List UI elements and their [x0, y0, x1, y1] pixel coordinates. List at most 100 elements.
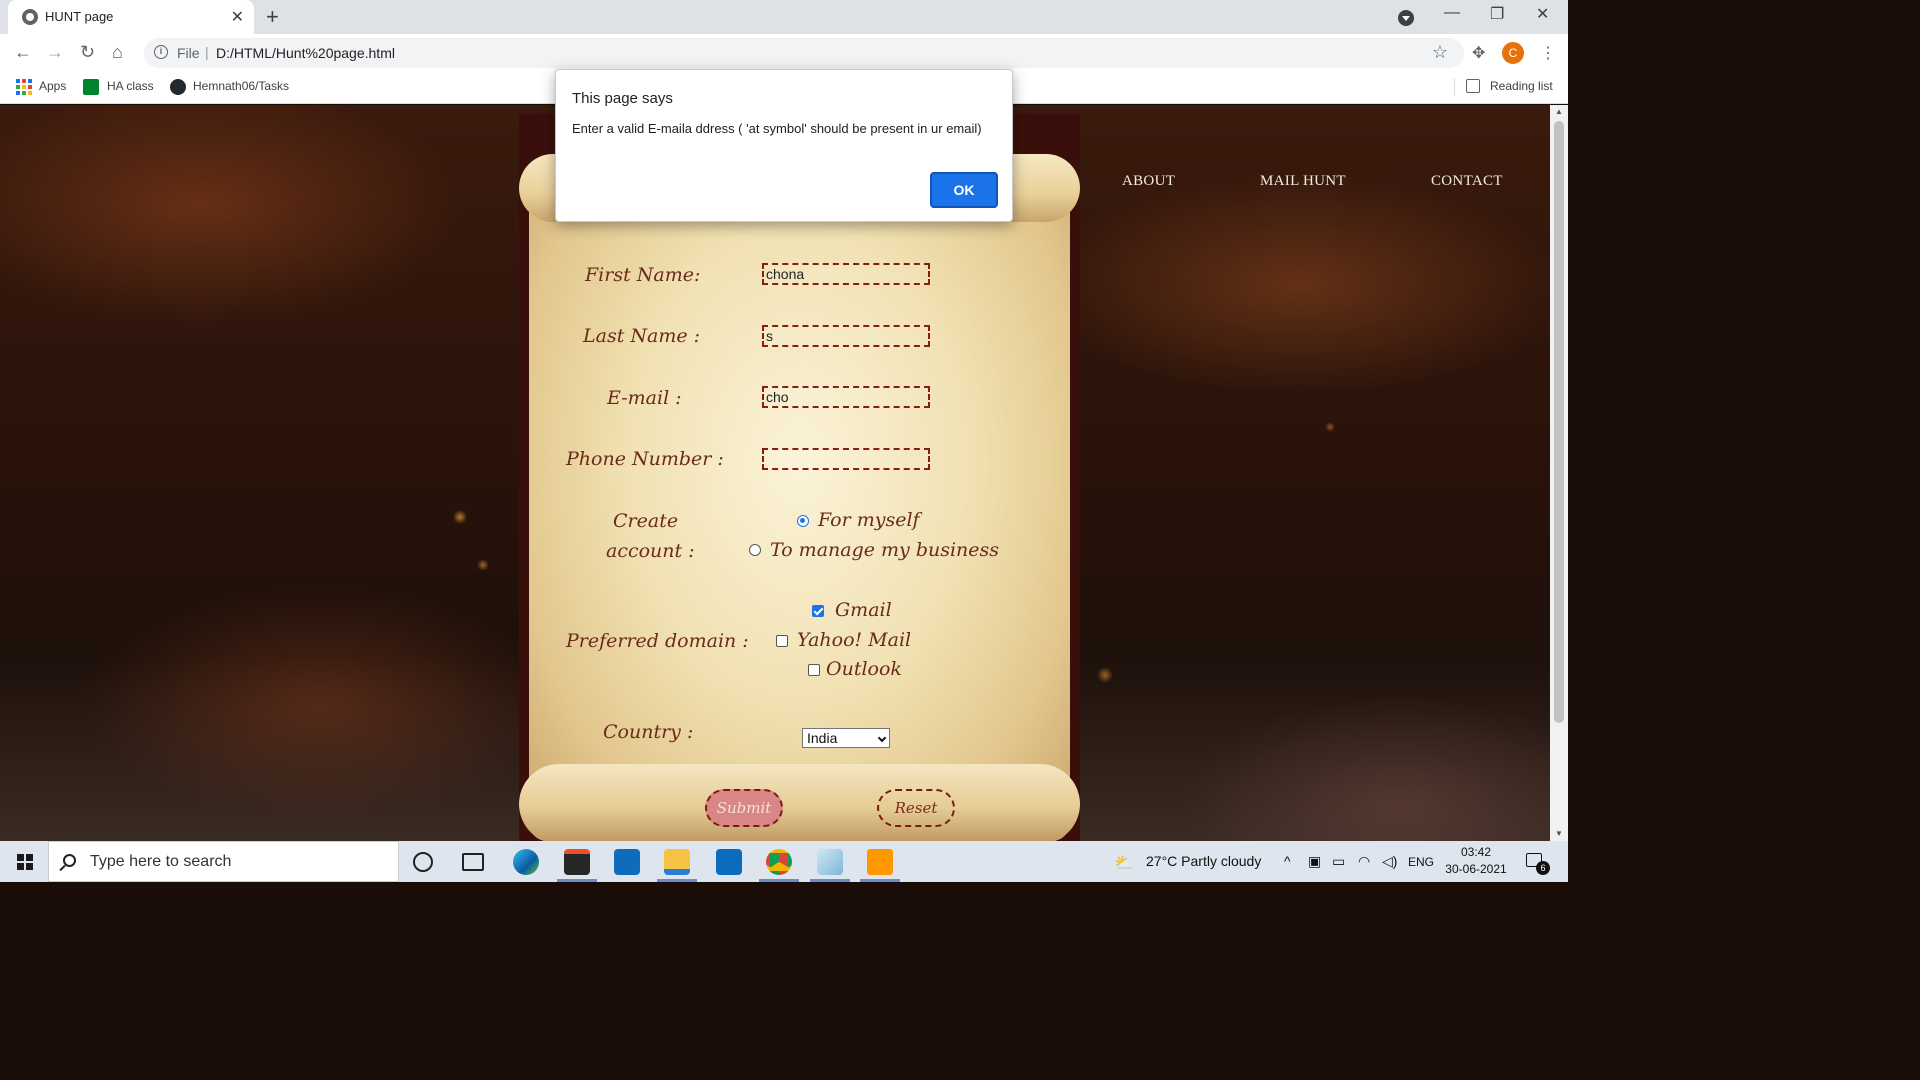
nav-link-about[interactable]: ABOUT: [1122, 173, 1175, 190]
github-icon: [170, 79, 186, 95]
language-indicator[interactable]: ENG: [1408, 855, 1434, 869]
file-explorer-icon[interactable]: [664, 849, 690, 875]
clock-date: 30-06-2021: [1445, 862, 1507, 876]
scrollbar-thumb[interactable]: [1554, 121, 1564, 723]
dialog-title: This page says: [572, 90, 673, 107]
reload-icon[interactable]: ↻: [80, 42, 95, 63]
phone-number-input[interactable]: [762, 448, 930, 470]
sublime-text-icon[interactable]: [867, 849, 893, 875]
menu-icon[interactable]: ⋮: [1540, 43, 1556, 63]
clock-time: 03:42: [1460, 845, 1492, 859]
cortana-icon[interactable]: [413, 852, 433, 872]
radio-manage-business-label: To manage my business: [770, 539, 1000, 561]
maximize-button[interactable]: ❐: [1490, 4, 1504, 24]
url-text[interactable]: D:/HTML/Hunt%20page.html: [216, 45, 395, 61]
reset-button[interactable]: Reset: [877, 789, 955, 827]
volume-icon[interactable]: ◁): [1382, 853, 1397, 870]
back-icon[interactable]: ←: [14, 42, 32, 63]
radio-for-myself[interactable]: [797, 515, 809, 527]
bookmarks-divider: [1454, 78, 1455, 96]
home-icon[interactable]: ⌂: [112, 42, 123, 63]
screen: HUNT page ✕ + — ❐ ✕ ← → ↻ ⌂ i File | D:/…: [0, 0, 1568, 882]
radio-for-myself-label: For myself: [818, 509, 920, 531]
chrome-running-indicator: [759, 879, 799, 882]
country-select-value: India: [807, 730, 838, 746]
minimize-button[interactable]: —: [1444, 4, 1460, 22]
taskbar-search-box[interactable]: Type here to search: [48, 841, 399, 882]
nav-link-contact[interactable]: CONTACT: [1431, 173, 1503, 190]
explorer-running-indicator: [657, 879, 697, 882]
bookmark-ha-class[interactable]: HA class: [107, 79, 154, 93]
windows-taskbar: Type here to search ⛅ 27°C Partly cloudy…: [0, 841, 1568, 882]
checkbox-yahoo-mail[interactable]: [776, 635, 788, 647]
reading-list-button[interactable]: Reading list: [1490, 79, 1553, 93]
checkbox-outlook-label: Outlook: [826, 658, 902, 680]
last-name-label: Last Name :: [583, 325, 701, 347]
scroll-bottom-roll: [519, 764, 1080, 841]
checkbox-yahoo-mail-label: Yahoo! Mail: [797, 629, 912, 651]
ok-button[interactable]: OK: [930, 172, 998, 208]
scroll-down-icon[interactable]: ▼: [1555, 829, 1563, 838]
tab-search-icon[interactable]: [1398, 10, 1414, 26]
close-tab-icon[interactable]: ✕: [231, 7, 244, 27]
url-separator: |: [205, 44, 209, 60]
bookmark-apps[interactable]: Apps: [39, 79, 66, 93]
address-bar[interactable]: i File | D:/HTML/Hunt%20page.html ☆: [144, 38, 1464, 68]
task-view-icon[interactable]: [462, 853, 484, 871]
close-window-button[interactable]: ✕: [1536, 4, 1549, 24]
create-account-label-line2: account :: [606, 540, 695, 562]
submit-button[interactable]: Submit: [705, 789, 783, 827]
alert-dialog: This page says Enter a valid E-maila ddr…: [555, 69, 1013, 222]
email-label: E-mail :: [607, 387, 682, 409]
bookmark-star-icon[interactable]: ☆: [1432, 42, 1448, 63]
info-icon[interactable]: i: [154, 45, 168, 59]
browser-tab[interactable]: HUNT page ✕: [8, 0, 254, 34]
create-account-label: Create: [613, 510, 679, 532]
tab-strip: HUNT page ✕ + — ❐ ✕: [0, 0, 1568, 34]
profile-avatar[interactable]: C: [1502, 42, 1524, 64]
notification-count: 6: [1536, 861, 1550, 875]
apps-grid-icon: [16, 79, 32, 95]
forward-icon[interactable]: →: [46, 42, 64, 63]
first-name-label: First Name:: [585, 264, 701, 286]
new-tab-button[interactable]: +: [266, 4, 279, 30]
url-scheme: File: [177, 45, 200, 61]
battery-icon[interactable]: ▭: [1332, 853, 1345, 870]
mail-icon[interactable]: [614, 849, 640, 875]
country-label: Country :: [603, 721, 694, 743]
email-input[interactable]: cho: [762, 386, 930, 408]
edge-icon[interactable]: [513, 849, 539, 875]
radio-manage-business[interactable]: [749, 544, 761, 556]
checkbox-outlook[interactable]: [808, 664, 820, 676]
weather-text[interactable]: 27°C Partly cloudy: [1146, 853, 1261, 869]
windows-start-icon[interactable]: [17, 854, 33, 870]
clock[interactable]: 03:42 30-06-2021: [1444, 844, 1508, 878]
checkbox-gmail[interactable]: [812, 605, 824, 617]
store-running-indicator: [557, 879, 597, 882]
last-name-input[interactable]: s: [762, 325, 930, 347]
bookmark-hemnath-tasks[interactable]: Hemnath06/Tasks: [193, 79, 289, 93]
chevron-up-icon[interactable]: ^: [1284, 853, 1291, 869]
page-scrollbar[interactable]: ▲ ▼: [1550, 105, 1568, 841]
tab-title: HUNT page: [45, 9, 114, 24]
taskbar-search-placeholder: Type here to search: [90, 853, 232, 870]
preferred-domain-label: Preferred domain :: [566, 630, 749, 652]
dialog-message: Enter a valid E-maila ddress ( 'at symbo…: [572, 121, 982, 136]
scroll-up-icon[interactable]: ▲: [1555, 107, 1563, 116]
scroll-form-panel: First Name: chona Last Name : s E-mail :…: [519, 114, 1080, 841]
search-icon: [63, 854, 76, 867]
chrome-icon[interactable]: [766, 849, 792, 875]
store-icon[interactable]: [564, 849, 590, 875]
dell-icon[interactable]: [716, 849, 742, 875]
notepad-icon[interactable]: [817, 849, 843, 875]
extensions-icon[interactable]: ✥: [1472, 43, 1485, 63]
country-select[interactable]: India: [802, 728, 890, 748]
google-meet-icon: [83, 79, 99, 95]
wifi-icon[interactable]: ◠: [1358, 853, 1370, 870]
weather-icon: ⛅: [1114, 855, 1134, 872]
first-name-input[interactable]: chona: [762, 263, 930, 285]
nav-link-mail-hunt[interactable]: MAIL HUNT: [1260, 173, 1346, 190]
reading-list-icon: [1466, 79, 1480, 93]
chevron-down-icon: [877, 733, 887, 743]
meet-now-icon[interactable]: ▣: [1308, 853, 1321, 870]
